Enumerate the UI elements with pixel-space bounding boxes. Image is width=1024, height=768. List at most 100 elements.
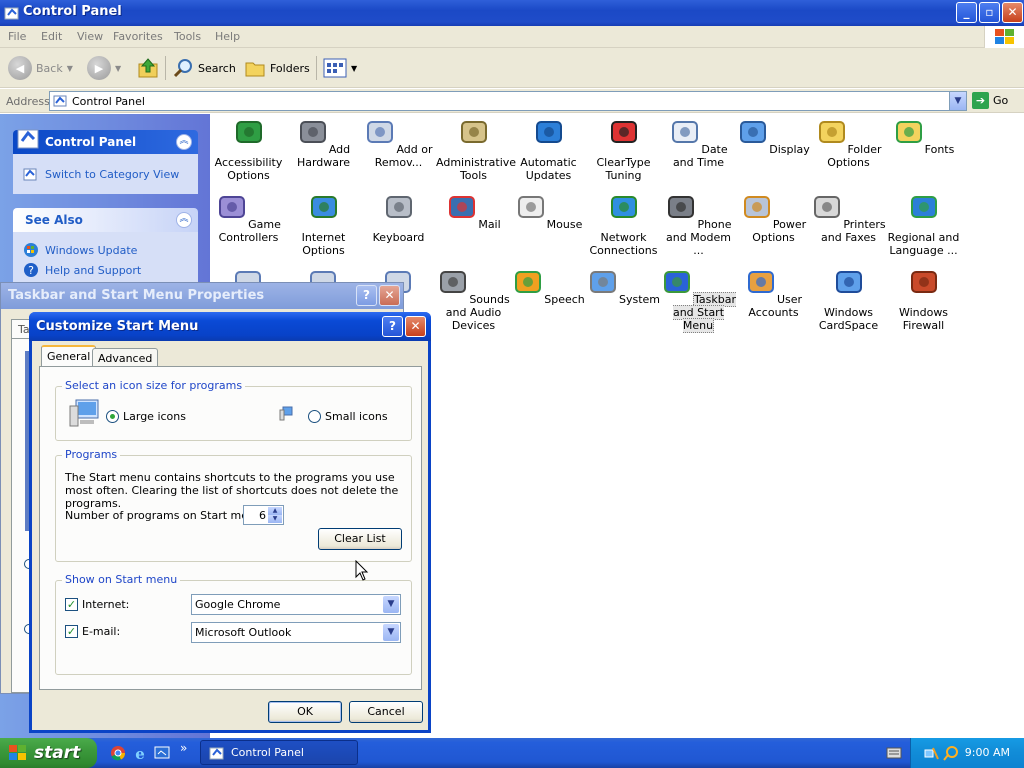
keyboard-language-icon[interactable]	[886, 747, 902, 759]
spin-down-icon[interactable]: ▼	[268, 515, 282, 523]
maximize-button[interactable]: ▫	[979, 2, 1000, 23]
control-panel-item[interactable]: Mouse	[511, 191, 586, 231]
email-client-select[interactable]: Microsoft Outlook ▼	[191, 622, 401, 643]
control-panel-item[interactable]: Fonts	[886, 116, 961, 156]
cancel-button[interactable]: Cancel	[349, 701, 423, 723]
control-panel-item[interactable]: Administrative Tools	[436, 116, 516, 182]
folders-icon	[245, 62, 265, 77]
control-panel-item[interactable]: Accessibility Options	[211, 116, 286, 182]
collapse-chevron-icon[interactable]: ︽	[176, 134, 192, 150]
main-title-bar[interactable]: Control Panel _ ▫ ✕	[0, 0, 1024, 26]
small-icons-radio[interactable]: Small icons	[308, 410, 388, 423]
control-panel-item[interactable]: Power Options	[736, 191, 811, 244]
start-button[interactable]: start	[0, 738, 97, 768]
help-button[interactable]: ?	[382, 316, 403, 337]
control-panel-icon	[53, 95, 67, 107]
see-also-section-header[interactable]: See Also ︽	[13, 208, 198, 232]
control-panel-item[interactable]: Add or Remov...	[361, 116, 436, 169]
control-panel-item[interactable]: Regional and Language ...	[886, 191, 961, 257]
control-panel-item[interactable]: System	[586, 266, 661, 306]
chevron-down-icon[interactable]: ▼	[383, 596, 399, 613]
internet-browser-select[interactable]: Google Chrome ▼	[191, 594, 401, 615]
help-and-support-link[interactable]: ? Help and Support	[23, 260, 188, 280]
control-panel-item[interactable]: Date and Time	[661, 116, 736, 169]
control-panel-item-label: Display	[769, 143, 810, 156]
fonts-icon	[895, 121, 922, 143]
tab-general[interactable]: General	[41, 345, 97, 368]
close-button[interactable]: ✕	[1002, 2, 1023, 23]
minimize-button[interactable]: _	[956, 2, 977, 23]
control-panel-item[interactable]: Phone and Modem ...	[661, 191, 736, 257]
control-panel-item[interactable]: Windows Firewall	[886, 266, 961, 332]
menu-edit[interactable]: Edit	[41, 30, 62, 43]
checkmark-icon: ✓	[65, 625, 78, 638]
help-button[interactable]: ?	[356, 285, 377, 306]
control-panel-item[interactable]: Game Controllers	[211, 191, 286, 244]
menu-favorites[interactable]: Favorites	[113, 30, 163, 43]
cleartype-icon	[610, 121, 637, 143]
back-button[interactable]: ◀ Back ▼	[8, 54, 73, 82]
control-panel-item[interactable]: Folder Options	[811, 116, 886, 169]
go-button[interactable]: ➔ Go	[972, 92, 1008, 109]
search-button[interactable]: Search	[172, 54, 236, 82]
chevron-down-icon: ▼	[115, 63, 122, 73]
switch-to-category-view-link[interactable]: Switch to Category View	[23, 164, 188, 184]
control-panel-section: Control Panel ︽ Switch to Category View	[13, 129, 198, 194]
control-panel-item[interactable]: Mail	[436, 191, 511, 231]
control-panel-item[interactable]: Network Connections	[586, 191, 661, 257]
control-panel-item[interactable]: Printers and Faxes	[811, 191, 886, 244]
address-field[interactable]: Control Panel ▼	[49, 91, 967, 111]
large-icons-radio[interactable]: Large icons	[106, 410, 186, 423]
folders-button[interactable]: Folders	[244, 54, 310, 82]
control-panel-item[interactable]: Automatic Updates	[511, 116, 586, 182]
mouse-icon	[517, 196, 544, 218]
control-panel-item[interactable]: Taskbar and Start Menu	[661, 266, 736, 333]
system-icon	[589, 271, 616, 293]
internet-checkbox[interactable]: ✓ Internet:	[65, 598, 129, 611]
administrative-tools-icon	[460, 121, 487, 143]
menu-view[interactable]: View	[77, 30, 103, 43]
windows-update-link[interactable]: Windows Update	[23, 240, 188, 260]
program-count-spinner[interactable]: 6 ▲ ▼	[243, 505, 284, 525]
spin-up-icon[interactable]: ▲	[268, 507, 282, 515]
customize-start-menu-title-bar[interactable]: Customize Start Menu ? ✕	[29, 312, 431, 341]
ok-button[interactable]: OK	[268, 701, 342, 723]
mail-icon	[449, 196, 476, 218]
network-icon[interactable]	[923, 745, 939, 761]
control-panel-section-header[interactable]: Control Panel ︽	[13, 129, 198, 154]
control-panel-item[interactable]: Windows CardSpace	[811, 266, 886, 332]
control-panel-item[interactable]: Speech	[511, 266, 586, 306]
menu-file[interactable]: File	[8, 30, 26, 43]
control-panel-item[interactable]: Internet Options	[286, 191, 361, 257]
control-panel-item[interactable]: Sounds and Audio Devices	[436, 266, 511, 332]
address-dropdown-button[interactable]: ▼	[949, 92, 966, 110]
windows-cardspace-icon	[835, 271, 862, 293]
control-panel-item-label: Fonts	[924, 143, 955, 156]
control-panel-item[interactable]: User Accounts	[736, 266, 811, 319]
taskbar-properties-title-bar[interactable]: Taskbar and Start Menu Properties ? ✕	[1, 283, 403, 309]
email-checkbox[interactable]: ✓ E-mail:	[65, 625, 120, 638]
views-icon	[323, 58, 347, 78]
taskbar-button-control-panel[interactable]: Control Panel	[200, 740, 358, 765]
control-panel-item[interactable]: Keyboard	[361, 191, 436, 244]
quick-launch-expand[interactable]: »	[180, 741, 187, 755]
menu-tools[interactable]: Tools	[174, 30, 201, 43]
control-panel-item-label: System	[618, 293, 661, 306]
close-button[interactable]: ✕	[379, 285, 400, 306]
internet-explorer-icon[interactable]: e	[132, 745, 148, 761]
chevron-down-icon[interactable]: ▼	[383, 624, 399, 641]
control-panel-item[interactable]: ClearType Tuning	[586, 116, 661, 182]
control-panel-item[interactable]: Display	[736, 116, 811, 156]
up-folder-button[interactable]	[136, 54, 160, 82]
clear-list-button[interactable]: Clear List	[318, 528, 402, 550]
forward-button[interactable]: ▶ ▼	[87, 54, 121, 82]
close-button[interactable]: ✕	[405, 316, 426, 337]
collapse-chevron-icon[interactable]: ︽	[176, 212, 192, 228]
control-panel-item[interactable]: Add Hardware	[286, 116, 361, 169]
views-button[interactable]: ▼	[323, 54, 357, 82]
control-panel-item-label: Mouse	[546, 218, 583, 231]
chrome-icon[interactable]	[110, 745, 126, 761]
menu-help[interactable]: Help	[215, 30, 240, 43]
search-icon[interactable]	[943, 745, 959, 761]
show-desktop-icon[interactable]	[154, 745, 170, 761]
